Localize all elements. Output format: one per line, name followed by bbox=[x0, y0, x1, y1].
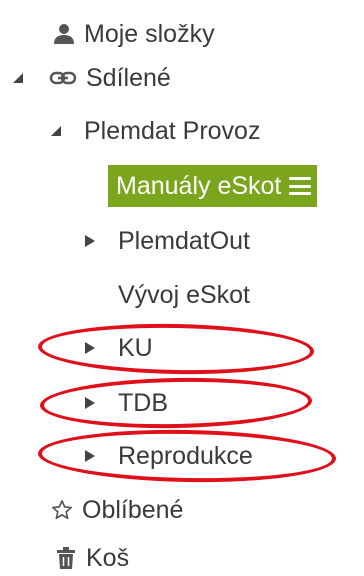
star-outline-icon bbox=[50, 498, 74, 522]
triangle-down-icon bbox=[13, 73, 23, 83]
annotation-circle-tdb bbox=[39, 375, 313, 431]
tree-item-shared[interactable]: Sdílené bbox=[48, 56, 171, 100]
triangle-right-icon bbox=[85, 235, 95, 247]
annotation-circle-reprodukce bbox=[37, 427, 337, 485]
trash-icon bbox=[54, 546, 78, 570]
tree-item-label: Manuály eSkot bbox=[116, 171, 282, 200]
tree-item-plemdat-out[interactable]: PlemdatOut bbox=[118, 219, 250, 263]
collapse-toggle-shared[interactable] bbox=[10, 70, 26, 86]
hamburger-menu-icon[interactable] bbox=[289, 177, 312, 195]
link-icon bbox=[48, 66, 78, 90]
tree-item-label: Vývoj eSkot bbox=[118, 280, 251, 309]
tree-item-label: PlemdatOut bbox=[118, 226, 251, 255]
tree-item-label: Oblíbené bbox=[82, 495, 184, 524]
tree-item-manualy-eskot[interactable]: Manuály eSkot bbox=[108, 165, 318, 207]
expand-toggle-plemdat-out[interactable] bbox=[82, 233, 98, 249]
tree-item-my-folders[interactable]: Moje složky bbox=[52, 12, 215, 56]
tree-item-trash[interactable]: Koš bbox=[54, 536, 129, 576]
tree-item-label: Moje složky bbox=[84, 19, 215, 48]
tree-item-vyvoj-eskot[interactable]: Vývoj eSkot bbox=[118, 273, 250, 317]
tree-item-plemdat-provoz[interactable]: Plemdat Provoz bbox=[84, 109, 260, 153]
user-icon bbox=[52, 22, 76, 46]
annotation-circle-ku bbox=[37, 321, 315, 377]
tree-item-label: Plemdat Provoz bbox=[84, 116, 261, 145]
tree-item-label: Sdílené bbox=[86, 63, 171, 92]
tree-item-label: Koš bbox=[86, 543, 130, 572]
tree-item-favorites[interactable]: Oblíbené bbox=[50, 488, 183, 532]
collapse-toggle-plemdat-provoz[interactable] bbox=[48, 123, 64, 139]
triangle-down-icon bbox=[51, 126, 61, 136]
